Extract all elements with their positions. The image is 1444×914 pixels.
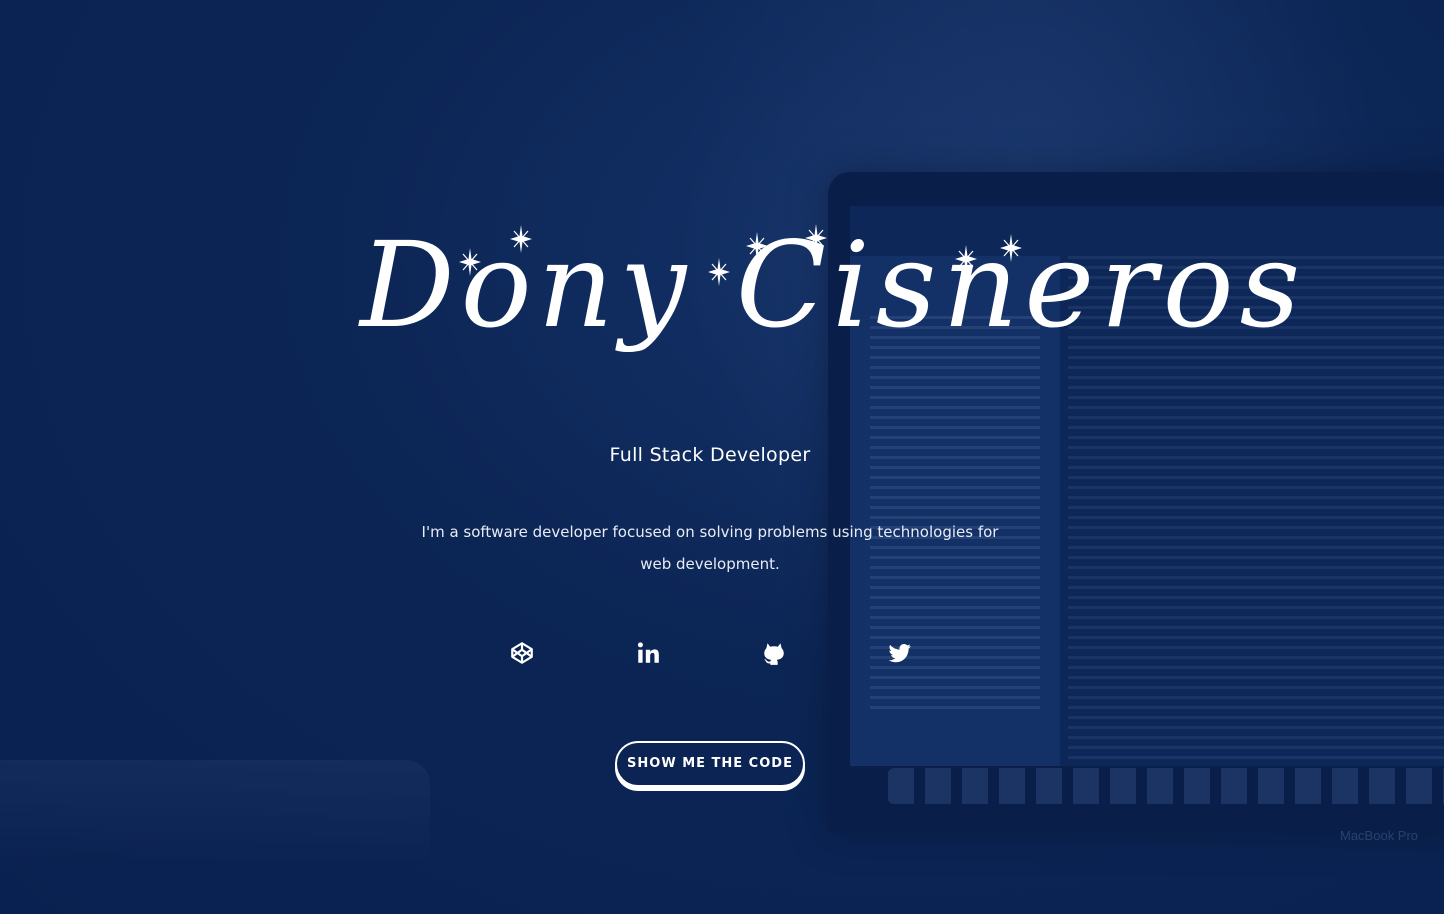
sparkle-icon (708, 258, 730, 286)
hero-section: MacBook Pro Dony Cisneros Full Stack Dev… (0, 0, 1444, 914)
description-text: I'm a software developer focused on solv… (421, 523, 999, 573)
sparkle-icon (459, 248, 481, 276)
sparkle-icon (1000, 234, 1022, 262)
hero-content: Dony Cisneros Full Stack Developer I'm a… (0, 0, 1444, 914)
twitter-icon (887, 640, 913, 666)
sparkle-icon (805, 224, 827, 252)
name-logo: Dony Cisneros (360, 200, 1300, 370)
github-icon (761, 640, 787, 666)
codepen-icon (509, 640, 535, 666)
linkedin-link[interactable] (635, 640, 661, 666)
sparkle-icon (746, 232, 768, 260)
github-link[interactable] (761, 640, 787, 666)
twitter-link[interactable] (887, 640, 913, 666)
codepen-link[interactable] (509, 640, 535, 666)
role-subtitle: Full Stack Developer (609, 444, 811, 466)
sparkle-icon (955, 245, 977, 273)
social-links (0, 640, 1444, 670)
sparkle-icon (510, 225, 532, 253)
show-code-button[interactable]: SHOW ME THE CODE (615, 741, 805, 787)
linkedin-icon (635, 640, 661, 666)
